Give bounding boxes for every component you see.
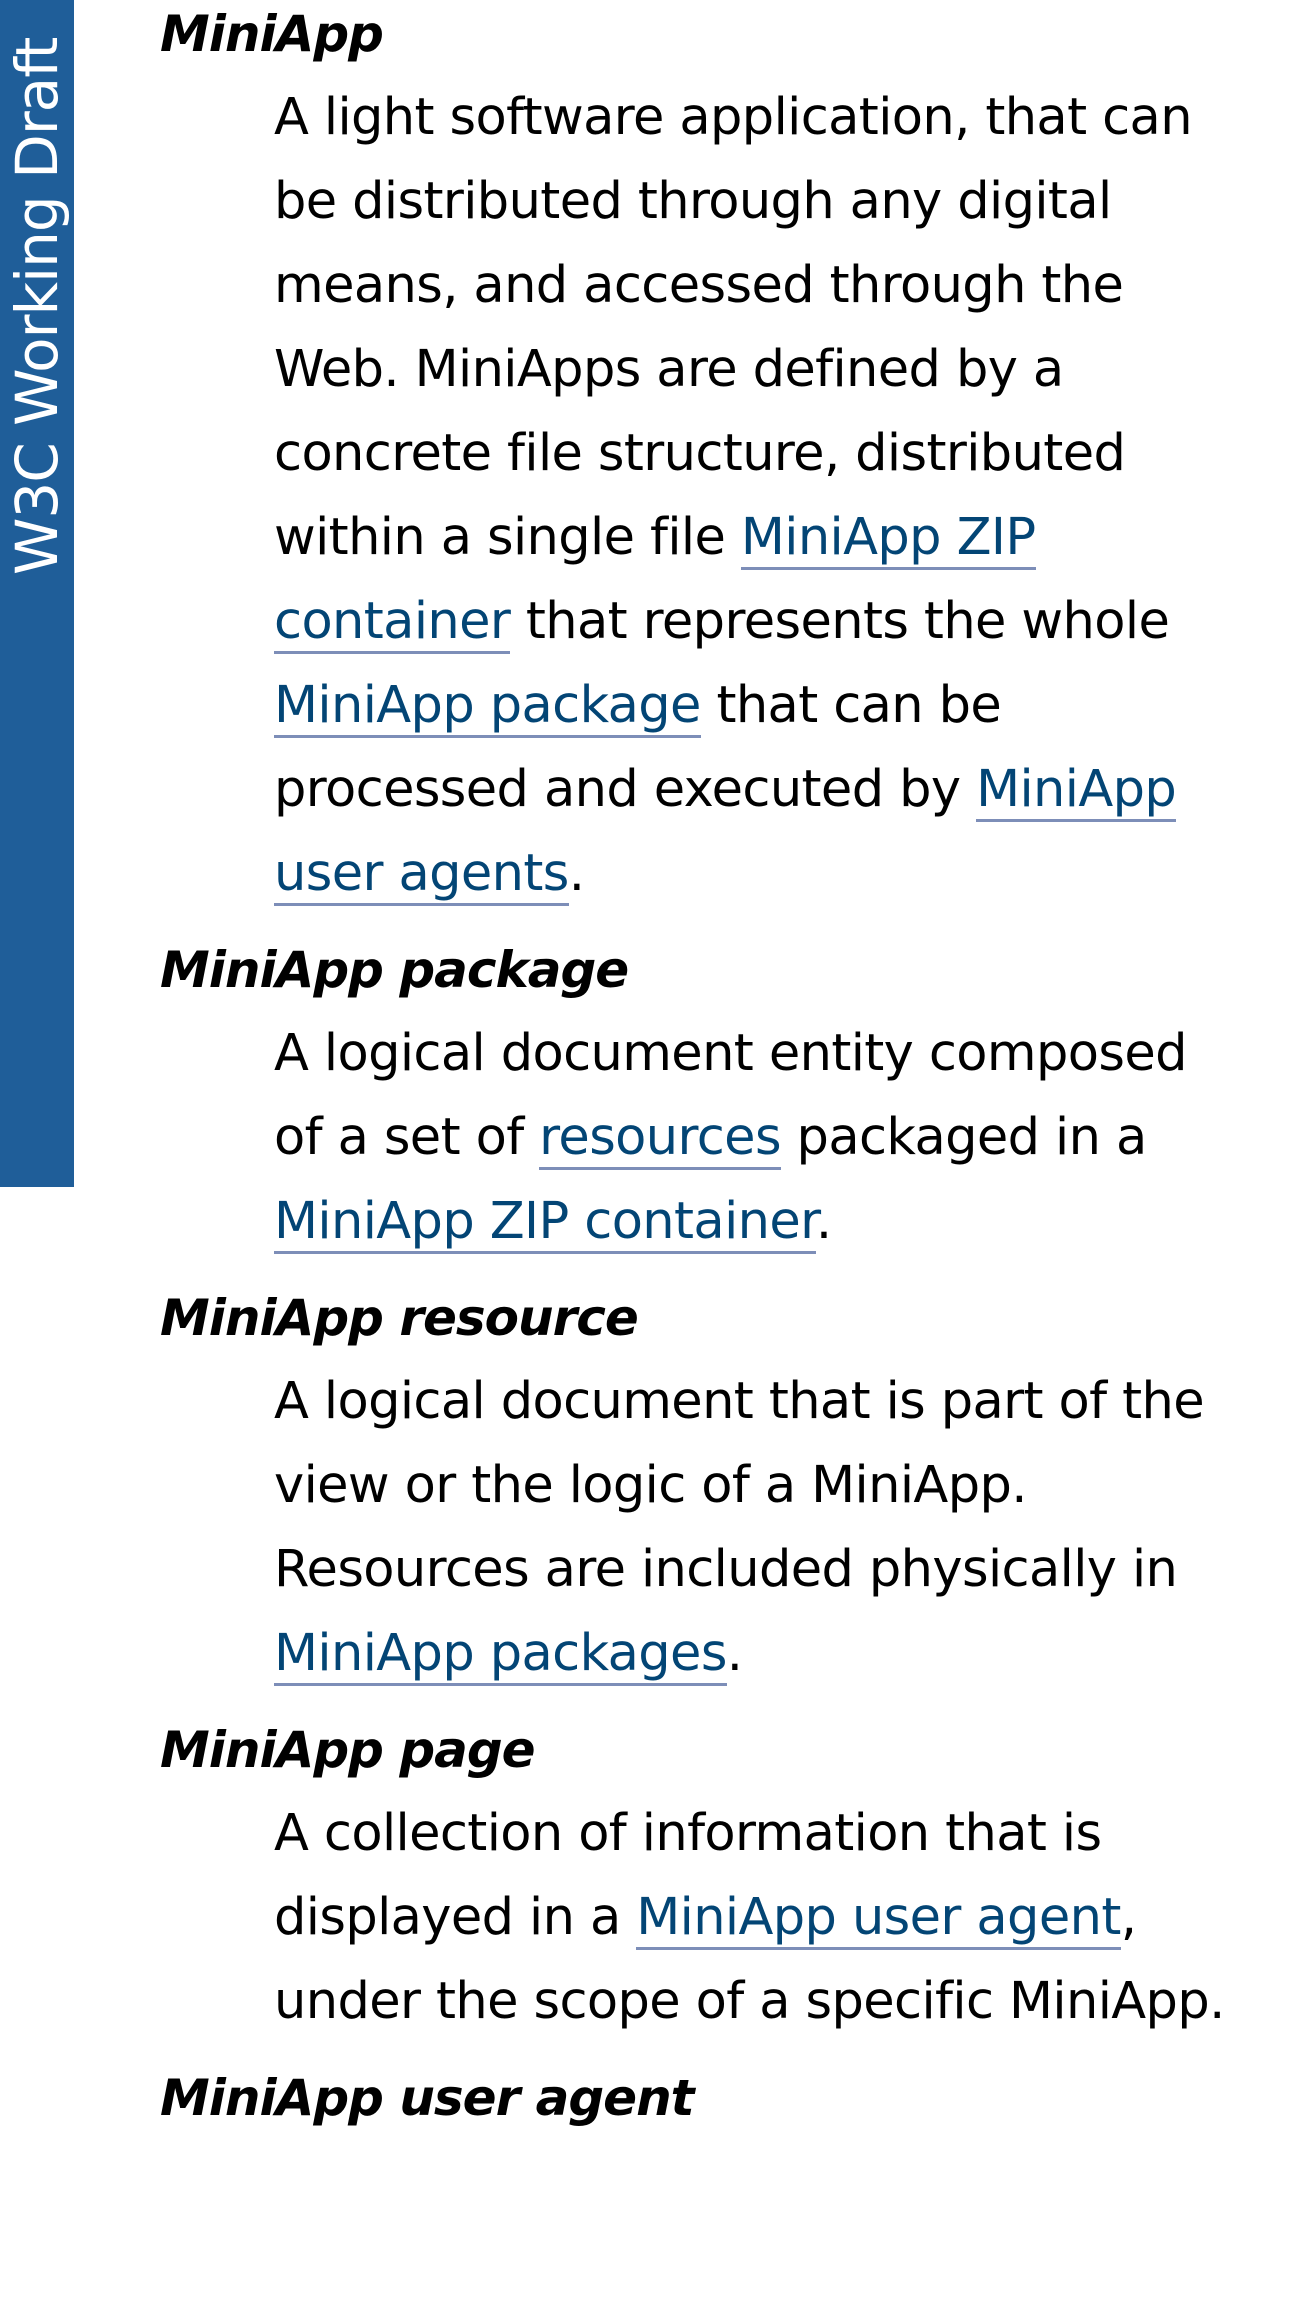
link-miniapp-zip-container[interactable]: MiniApp ZIP container (274, 1192, 816, 1254)
term-miniapp-page: MiniApp page (160, 1721, 536, 1779)
definition-text: . (815, 1192, 832, 1251)
definition-miniapp-package: A logical document entity composed of a … (274, 1012, 1230, 1264)
definition-text: that represents the whole (510, 592, 1170, 651)
definition-list: MiniApp A light software application, th… (160, 0, 1230, 2140)
definition-text: . (568, 844, 585, 903)
definition-miniapp-page: A collection of information that is disp… (274, 1792, 1230, 2044)
term-miniapp-resource: MiniApp resource (160, 1289, 639, 1347)
term-miniapp: MiniApp (160, 5, 384, 63)
link-resources[interactable]: resources (539, 1108, 782, 1170)
definition-miniapp-resource: A logical document that is part of the v… (274, 1360, 1230, 1696)
term-miniapp-user-agent: MiniApp user agent (160, 2069, 695, 2127)
link-miniapp-packages[interactable]: MiniApp packages (274, 1624, 727, 1686)
link-miniapp-package[interactable]: MiniApp package (274, 676, 701, 738)
definition-text: A light software application, that can b… (274, 88, 1193, 567)
definition-text: A logical document that is part of the v… (274, 1372, 1205, 1599)
status-ribbon: W3C Working Draft (0, 0, 74, 1187)
link-miniapp-user-agent[interactable]: MiniApp user agent (636, 1888, 1121, 1950)
status-ribbon-label: W3C Working Draft (3, 37, 71, 575)
definition-text: packaged in a (780, 1108, 1148, 1167)
definition-miniapp: A light software application, that can b… (274, 76, 1230, 916)
definition-text: . (726, 1624, 743, 1683)
term-miniapp-package: MiniApp package (160, 941, 629, 999)
